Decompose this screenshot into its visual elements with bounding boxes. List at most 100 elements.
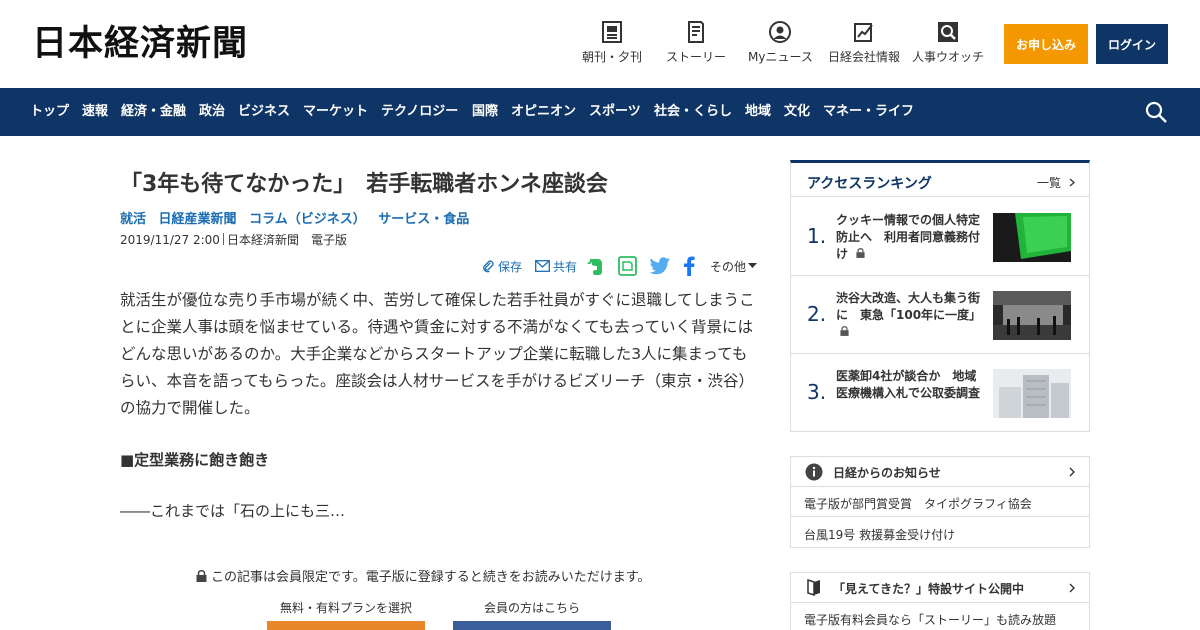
story-title: 「見えてきた？」特設サイト公開中	[833, 582, 1025, 596]
site-header: 日本経済新聞 朝刊・夕刊 ストーリー Myニュース 日経会社情報 人事ウオッチ …	[0, 0, 1200, 88]
memo-button[interactable]	[618, 256, 640, 276]
rank-headline: 渋谷大改造、大人も集う街に 東急「100年に一度」	[836, 290, 986, 341]
article-title: 「3年も待てなかった」 若手転職者ホンネ座談会	[120, 172, 608, 197]
evernote-icon	[587, 258, 602, 275]
twitter-icon	[649, 257, 670, 275]
ranking-item[interactable]: 3. 医薬卸4社が談合か 地域医療機構入札で公取委調査	[791, 354, 1089, 432]
tag-link[interactable]: 日経産業新聞	[159, 212, 237, 227]
book-icon	[688, 21, 704, 43]
nav-item-opinion[interactable]: オピニオン	[511, 103, 576, 121]
ranking-title: アクセスランキング	[807, 176, 932, 192]
notice-item[interactable]: 電子版が部門賞受賞 タイポグラフィ協会	[791, 487, 1089, 517]
rank-thumbnail	[993, 213, 1071, 262]
nav-item-sports[interactable]: スポーツ	[589, 103, 641, 121]
ranking-item[interactable]: 1. クッキー情報での個人特定防止へ 利用者同意義務付け	[791, 198, 1089, 276]
notice-item[interactable]: 台風19号 救援募金受け付け	[791, 518, 1089, 548]
nav-item-culture[interactable]: 文化	[784, 103, 810, 121]
more-share-label: その他	[710, 259, 747, 274]
login-button[interactable]: ログイン	[1096, 24, 1168, 64]
lock-icon	[196, 569, 207, 582]
chart-icon	[854, 23, 873, 42]
chevron-right-icon	[1069, 583, 1075, 593]
tag-link[interactable]: サービス・食品	[378, 212, 469, 227]
category-navbar: トップ 速報 経済・金融 政治 ビジネス マーケット テクノロジー 国際 オピニ…	[0, 88, 1200, 136]
nav-item-technology[interactable]: テクノロジー	[381, 103, 458, 121]
nav-item-society[interactable]: 社会・くらし	[654, 103, 732, 121]
nav-label: 日経会社情報	[828, 50, 901, 64]
memo-icon	[618, 256, 637, 276]
member-login-button[interactable]	[453, 621, 611, 630]
story-header[interactable]: 「見えてきた？」特設サイト公開中	[791, 573, 1089, 603]
tag-link[interactable]: 就活	[120, 212, 146, 227]
plan-select-button[interactable]	[267, 621, 425, 630]
book-open-icon	[807, 578, 820, 596]
site-logo[interactable]: 日本経済新聞	[32, 24, 248, 64]
article-source: 日本経済新聞 電子版	[226, 233, 347, 247]
rank-number: 3.	[807, 380, 827, 404]
twitter-button[interactable]	[649, 256, 674, 276]
nav-item-market[interactable]: マーケット	[303, 103, 368, 121]
nav-item-breaking[interactable]: 速報	[82, 103, 108, 121]
nav-label: ストーリー	[666, 50, 727, 64]
article-body: 就活生が優位な売り手市場が続く中、苦労して確保した若手社員がすぐに退職してしまう…	[120, 291, 755, 417]
nav-item-international[interactable]: 国際	[472, 103, 498, 121]
lock-icon	[840, 326, 849, 336]
nav-personnel-watch[interactable]: 人事ウオッチ	[912, 20, 984, 70]
article-date: 2019/11/27 2:00	[120, 233, 220, 247]
rank-headline-text: 渋谷大改造、大人も集う街に 東急「100年に一度」	[836, 291, 982, 322]
meta-divider	[222, 233, 224, 245]
share-label: 共有	[553, 259, 578, 274]
nav-item-top[interactable]: トップ	[30, 103, 69, 121]
nav-my-news[interactable]: Myニュース	[748, 20, 813, 70]
search-icon[interactable]	[1144, 100, 1168, 124]
nav-label: 人事ウオッチ	[912, 50, 985, 64]
nav-label: 朝刊・夕刊	[582, 50, 643, 64]
rank-thumbnail	[993, 291, 1071, 340]
rank-number: 1.	[807, 224, 827, 248]
nav-story[interactable]: ストーリー	[666, 20, 726, 70]
nav-item-business[interactable]: ビジネス	[238, 103, 290, 121]
clip-icon	[483, 259, 494, 272]
facebook-button[interactable]	[682, 256, 699, 276]
nav-item-politics[interactable]: 政治	[199, 103, 225, 121]
mail-icon	[535, 260, 550, 272]
nav-morning-evening[interactable]: 朝刊・夕刊	[582, 20, 642, 70]
more-share-button[interactable]: その他	[710, 256, 760, 276]
evernote-button[interactable]	[586, 256, 607, 276]
share-button[interactable]: 共有	[535, 256, 577, 276]
story-text[interactable]: 電子版有料会員なら「ストーリー」も読み放題	[804, 611, 1056, 628]
apply-button[interactable]: お申し込み	[1004, 24, 1088, 64]
lock-icon	[856, 248, 865, 258]
user-icon	[769, 21, 791, 43]
plan-select-label: 無料・有料プランを選択	[280, 601, 413, 615]
ranking-more-link[interactable]: 一覧	[1037, 174, 1075, 191]
nav-item-money-life[interactable]: マネー・ライフ	[823, 103, 914, 121]
chevron-right-icon	[1069, 467, 1075, 477]
ranking-header: アクセスランキング 一覧	[791, 163, 1089, 197]
nav-item-economy[interactable]: 経済・金融	[121, 103, 186, 121]
tag-link[interactable]: コラム（ビジネス）	[249, 212, 366, 227]
notice-header[interactable]: 日経からのお知らせ	[791, 457, 1089, 487]
rank-headline: クッキー情報での個人特定防止へ 利用者同意義務付け	[836, 212, 986, 263]
chevron-right-icon	[1069, 178, 1075, 187]
info-icon	[805, 463, 823, 481]
newspaper-icon	[602, 21, 622, 43]
nav-label: Myニュース	[748, 50, 813, 64]
article-lead: ――これまでは「石の上にも三…	[120, 502, 346, 520]
nav-company-info[interactable]: 日経会社情報	[828, 20, 900, 70]
ranking-item[interactable]: 2. 渋谷大改造、大人も集う街に 東急「100年に一度」	[791, 276, 1089, 354]
article-tags: 就活 日経産業新聞 コラム（ビジネス） サービス・食品	[120, 208, 477, 227]
save-button[interactable]: 保存	[482, 256, 522, 276]
article-subhead: ■定型業務に飽き飽き	[120, 451, 270, 469]
member-login-label: 会員の方はこちら	[484, 601, 581, 615]
article-meta: 2019/11/27 2:00 日本経済新聞 電子版	[120, 231, 347, 248]
rank-thumbnail	[993, 369, 1071, 418]
facebook-icon	[684, 256, 695, 276]
nav-item-region[interactable]: 地域	[745, 103, 771, 121]
save-label: 保存	[498, 259, 523, 274]
story-promo: 「見えてきた？」特設サイト公開中 電子版有料会員なら「ストーリー」も読み放題	[790, 572, 1090, 630]
rank-number: 2.	[807, 302, 827, 326]
notice-title: 日経からのお知らせ	[833, 466, 941, 480]
ranking-more-label: 一覧	[1037, 176, 1062, 190]
caret-down-icon	[748, 263, 758, 268]
